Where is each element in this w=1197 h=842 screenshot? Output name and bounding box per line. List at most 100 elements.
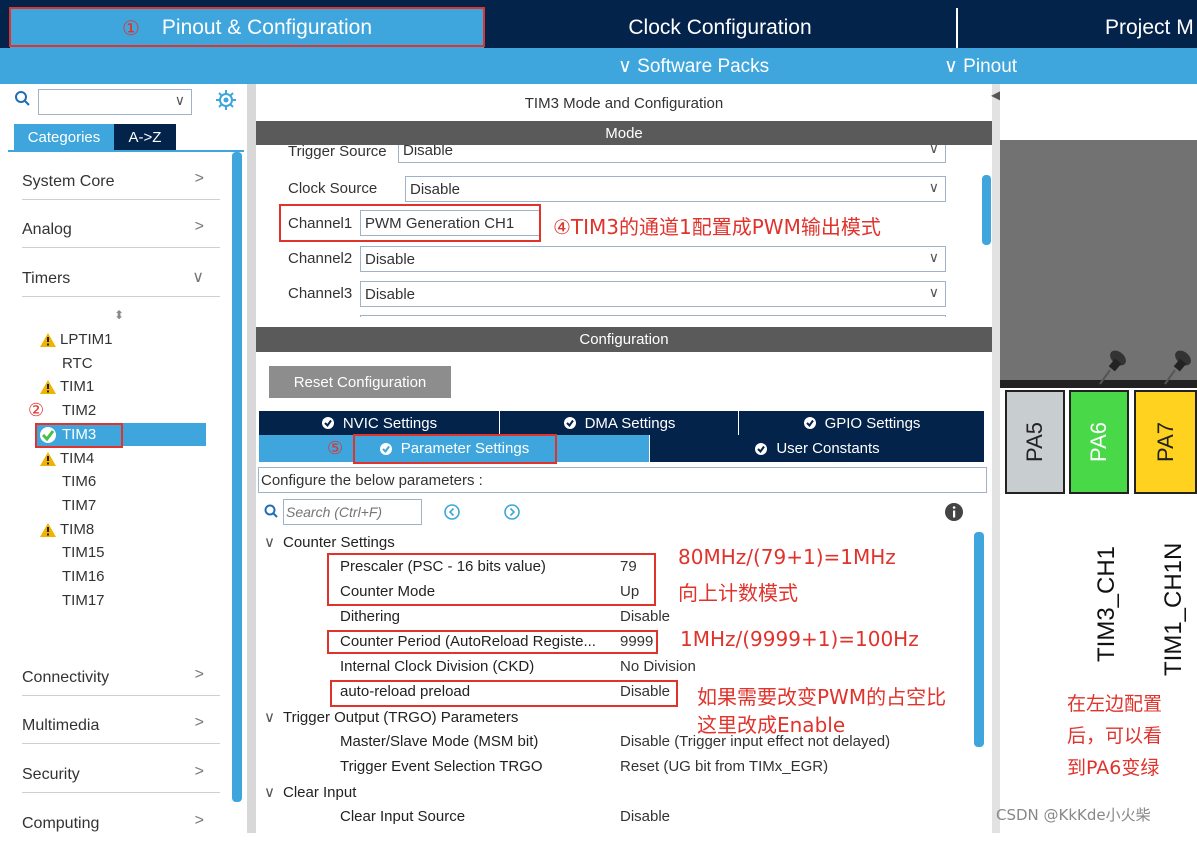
param-trigger-event-selection[interactable]: Trigger Event Selection TRGO	[340, 758, 543, 775]
category-system-core[interactable]: System Core >	[22, 164, 220, 200]
pin-pa5[interactable]: PA5	[1005, 390, 1065, 494]
pin-pa6[interactable]: PA6	[1069, 390, 1129, 494]
group-label: Clear Input	[282, 784, 357, 801]
timer-label: TIM17	[62, 592, 105, 609]
group-counter-settings[interactable]: ∨ Counter Settings	[264, 533, 395, 551]
timer-label: RTC	[62, 355, 93, 372]
parameter-search-input[interactable]	[283, 499, 422, 525]
annotation-4: ④TIM3的通道1配置成PWM输出模式	[553, 215, 881, 239]
timer-label: TIM7	[62, 497, 97, 514]
tab-categories[interactable]: Categories	[14, 124, 114, 150]
left-scrollbar[interactable]	[232, 152, 242, 802]
chevron-right-icon: >	[194, 714, 204, 731]
panel-splitter[interactable]	[247, 84, 256, 833]
timer-item-tim4[interactable]: TIM4	[40, 447, 94, 470]
timer-item-tim7[interactable]: TIM7	[62, 494, 96, 517]
category-analog[interactable]: Analog >	[22, 212, 220, 248]
reset-configuration-button[interactable]: Reset Configuration	[269, 366, 451, 398]
software-packs-menu[interactable]: ∨ Software Packs	[618, 48, 769, 84]
tab-dma-label: DMA Settings	[584, 414, 676, 432]
param-dithering[interactable]: Dithering	[340, 608, 400, 625]
group-trigger-output[interactable]: ∨ Trigger Output (TRGO) Parameters	[264, 708, 518, 726]
next-icon[interactable]	[503, 503, 521, 521]
timer-item-tim6[interactable]: TIM6	[62, 470, 96, 493]
trigger-source-select[interactable]: Disable ∨	[398, 145, 946, 163]
timer-item-tim1[interactable]: TIM1	[40, 375, 94, 398]
category-security[interactable]: Security >	[22, 757, 220, 793]
info-icon[interactable]	[944, 502, 964, 522]
channel3-label: Channel3	[288, 285, 353, 302]
timer-item-tim8[interactable]: TIM8	[40, 518, 94, 541]
sub-menu-bar	[0, 48, 1197, 84]
right-splitter[interactable]	[992, 84, 1000, 833]
param-trigger-event-selection-value[interactable]: Reset (UG bit from TIMx_EGR)	[620, 758, 828, 775]
pinout-menu[interactable]: ∨ Pinout	[944, 48, 1017, 84]
tab-user-constants[interactable]: User Constants	[650, 435, 984, 462]
tab-project-manager[interactable]: Project M	[1105, 8, 1197, 48]
param-clear-input-source-value[interactable]: Disable	[620, 808, 670, 825]
pin-pa7[interactable]: PA7	[1134, 390, 1197, 494]
channel2-label: Channel2	[288, 250, 353, 267]
tab-clock-configuration[interactable]: Clock Configuration	[484, 8, 956, 48]
collapse-chevron-icon: ∨	[264, 784, 275, 801]
marker-5: ⑤	[327, 438, 344, 459]
timer-item-tim2[interactable]: TIM2	[62, 399, 96, 422]
channel3-select[interactable]: Disable ∨	[360, 281, 946, 307]
clock-source-select[interactable]: Disable ∨	[405, 176, 946, 202]
mode-scrollbar[interactable]	[982, 175, 991, 245]
tab-a-to-z[interactable]: A->Z	[114, 124, 176, 150]
timer-item-tim15[interactable]: TIM15	[62, 541, 105, 564]
param-clear-input-source[interactable]: Clear Input Source	[340, 808, 465, 825]
timer-item-tim16[interactable]: TIM16	[62, 565, 105, 588]
timer-label: TIM8	[60, 521, 95, 538]
tab-gpio-settings[interactable]: GPIO Settings	[739, 411, 984, 435]
search-icon	[264, 503, 280, 521]
param-master-slave-mode[interactable]: Master/Slave Mode (MSM bit)	[340, 733, 538, 750]
timer-label: LPTIM1	[60, 331, 113, 348]
annotation-right-1: 在左边配置	[1067, 693, 1163, 715]
sort-icon[interactable]: ⬍	[114, 308, 124, 322]
warning-icon	[40, 379, 56, 394]
collapse-chevron-icon: ∨	[264, 534, 275, 551]
param-clock-division[interactable]: Internal Clock Division (CKD)	[340, 658, 534, 675]
tab-nvic-settings[interactable]: NVIC Settings	[259, 411, 499, 435]
group-clear-input[interactable]: ∨ Clear Input	[264, 783, 356, 801]
category-computing[interactable]: Computing >	[22, 806, 220, 842]
configure-description: Configure the below parameters :	[258, 467, 987, 493]
config-scrollbar[interactable]	[974, 532, 984, 747]
param-clock-division-value[interactable]: No Division	[620, 658, 696, 675]
channel4-select[interactable]	[360, 315, 946, 317]
chevron-down-icon: ∨	[192, 269, 204, 286]
tab-user-label: User Constants	[776, 440, 880, 457]
check-circle-icon	[754, 442, 768, 456]
timer-item-rtc[interactable]: RTC	[62, 352, 93, 375]
timer-label: TIM4	[60, 450, 95, 467]
watermark: CSDN @KkKde小火柴	[996, 806, 1151, 824]
collapse-chevron-icon: ∨	[264, 709, 275, 726]
channel2-select[interactable]: Disable ∨	[360, 246, 946, 272]
category-multimedia[interactable]: Multimedia >	[22, 708, 220, 744]
category-label: Multimedia	[22, 716, 100, 734]
collapse-arrow-icon[interactable]: ◀	[991, 88, 1000, 102]
clock-source-value: Disable	[410, 180, 461, 198]
previous-icon[interactable]	[443, 503, 461, 521]
category-search-combo[interactable]: ∨	[38, 89, 192, 115]
annotation-box-1	[9, 7, 485, 47]
category-connectivity[interactable]: Connectivity >	[22, 660, 220, 696]
tab-divider	[956, 8, 958, 48]
chevron-right-icon: >	[194, 666, 204, 683]
timer-label: TIM15	[62, 544, 105, 561]
tab-dma-settings[interactable]: DMA Settings	[500, 411, 738, 435]
panel-title: TIM3 Mode and Configuration	[524, 94, 724, 112]
gear-icon[interactable]	[215, 89, 237, 111]
category-timers[interactable]: Timers ∨	[22, 261, 220, 297]
param-dithering-value[interactable]: Disable	[620, 608, 670, 625]
pushpin-icon	[1161, 346, 1197, 386]
chevron-down-icon: ∨	[174, 92, 185, 108]
timer-item-lptim1[interactable]: LPTIM1	[40, 328, 113, 351]
tab-clock-label: Clock Configuration	[628, 16, 812, 39]
pin-signal-tim3-ch1: TIM3_CH1	[1093, 545, 1120, 662]
timer-item-tim17[interactable]: TIM17	[62, 589, 105, 612]
check-circle-icon	[321, 416, 335, 430]
timer-label: TIM6	[62, 473, 97, 490]
